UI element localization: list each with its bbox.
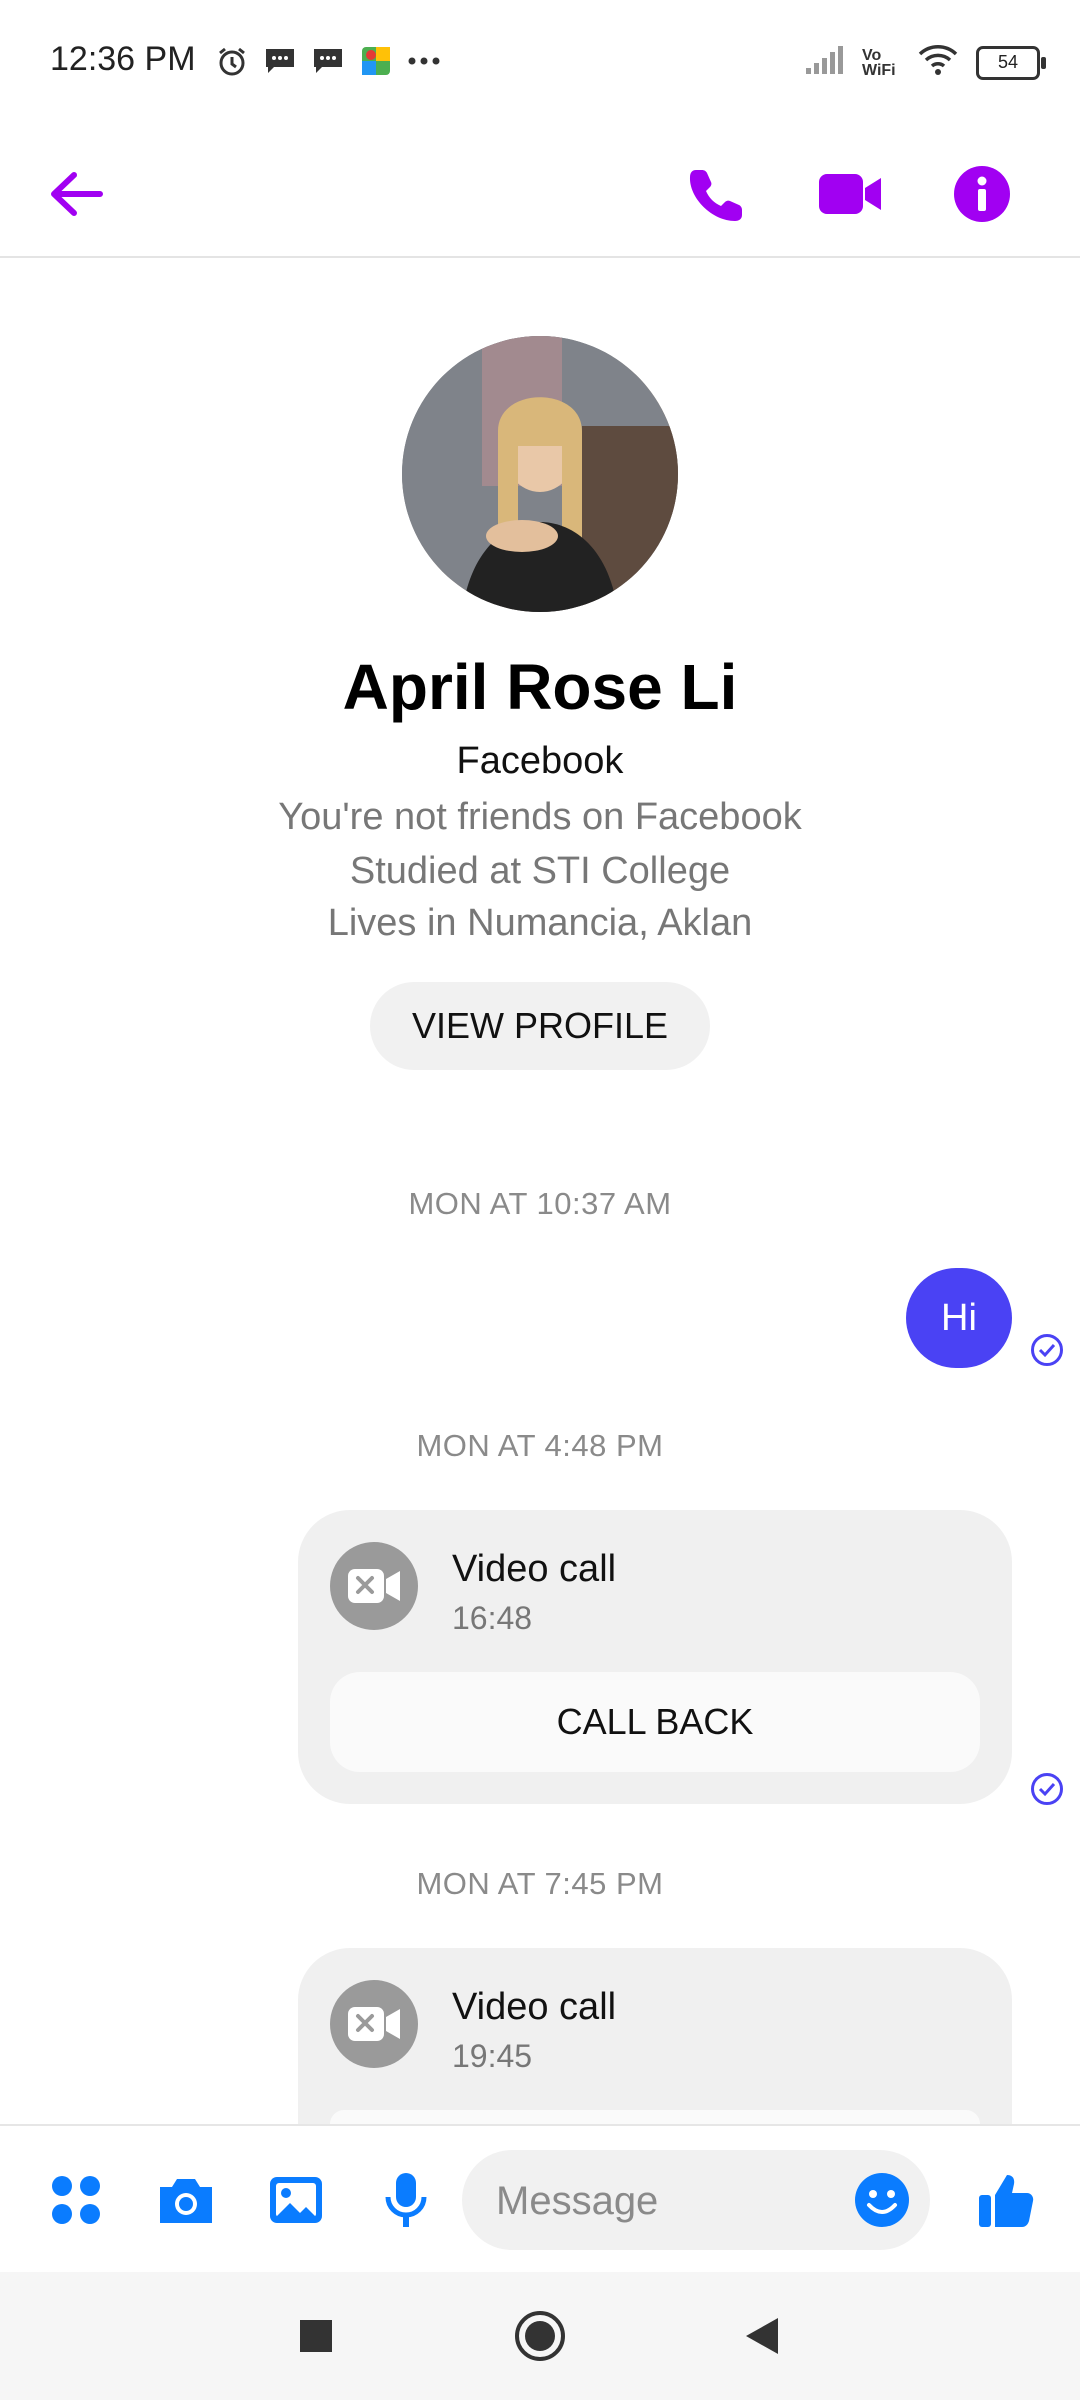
home-circle-icon xyxy=(515,2311,565,2361)
message-input[interactable] xyxy=(494,2172,828,2230)
info-icon xyxy=(954,166,1010,222)
signal-icon xyxy=(804,44,844,81)
message-timestamp: MON AT 7:45 PM xyxy=(416,1866,664,1901)
apps-icon xyxy=(52,2176,100,2224)
back-button[interactable] xyxy=(40,158,112,230)
gallery-button[interactable] xyxy=(260,2164,332,2236)
like-button[interactable] xyxy=(970,2164,1042,2236)
maps-icon xyxy=(359,44,393,78)
message-icon xyxy=(311,44,345,78)
profile-avatar[interactable] xyxy=(402,336,678,612)
call-back-button[interactable] xyxy=(330,2110,980,2124)
call-title: Video call xyxy=(452,1548,617,1590)
battery-indicator: 54 xyxy=(976,45,1046,80)
video-call-card[interactable]: Video call 19:45 xyxy=(298,1948,1012,2124)
wifi-icon xyxy=(918,44,958,81)
chat-header xyxy=(0,130,1080,258)
profile-location: Lives in Numancia, Aklan xyxy=(327,902,753,944)
profile-friend-status: You're not friends on Facebook xyxy=(278,796,802,838)
vowifi-icon: Vo WiFi xyxy=(862,46,896,79)
emoji-icon[interactable] xyxy=(852,2170,912,2230)
video-call-button[interactable] xyxy=(814,158,886,230)
message-timestamp: MON AT 4:48 PM xyxy=(416,1428,664,1463)
status-time: 12:36 PM xyxy=(50,40,196,78)
message-timestamp: MON AT 10:37 AM xyxy=(408,1186,672,1221)
camera-icon xyxy=(160,2179,212,2223)
voice-call-button[interactable] xyxy=(680,158,752,230)
message-composer xyxy=(0,2124,1080,2274)
call-time: 16:48 xyxy=(452,1600,533,1636)
alarm-icon xyxy=(215,44,249,78)
profile-name: April Rose Li xyxy=(342,651,738,723)
view-profile-button[interactable]: VIEW PROFILE xyxy=(370,982,710,1070)
sent-message-bubble[interactable]: Hi xyxy=(906,1268,1012,1368)
system-nav-bar xyxy=(0,2272,1080,2400)
arrow-left-icon xyxy=(51,172,103,216)
home-button[interactable] xyxy=(508,2304,572,2368)
back-nav-button[interactable] xyxy=(730,2304,794,2368)
recents-button[interactable] xyxy=(284,2304,348,2368)
message-text: Hi xyxy=(941,1296,977,1339)
info-button[interactable] xyxy=(946,158,1018,230)
square-icon xyxy=(300,2320,332,2352)
video-call-card[interactable]: Video call 16:48 CALL BACK xyxy=(298,1510,1012,1804)
thumbs-up-icon xyxy=(979,2175,1034,2227)
gallery-icon xyxy=(270,2177,322,2223)
status-system-icons: Vo WiFi 54 xyxy=(804,44,1046,81)
call-back-button[interactable]: CALL BACK xyxy=(330,1672,980,1772)
message-icon xyxy=(263,44,297,78)
video-camera-icon xyxy=(819,174,881,214)
more-dots-icon xyxy=(407,44,441,78)
voice-record-button[interactable] xyxy=(370,2164,442,2236)
seen-check-icon xyxy=(1031,1773,1063,1805)
apps-button[interactable] xyxy=(40,2164,112,2236)
battery-level: 54 xyxy=(997,52,1019,72)
seen-check-icon xyxy=(1031,1334,1063,1366)
call-title: Video call xyxy=(452,1986,617,2028)
profile-education: Studied at STI College xyxy=(349,850,731,892)
camera-button[interactable] xyxy=(150,2164,222,2236)
profile-source: Facebook xyxy=(456,740,624,782)
call-time: 19:45 xyxy=(452,2038,533,2074)
missed-video-call-icon xyxy=(330,1542,418,1630)
missed-video-call-icon xyxy=(330,1980,418,2068)
microphone-icon xyxy=(385,2173,427,2227)
status-notification-icons xyxy=(215,44,441,78)
status-bar: 12:36 PM Vo WiFi 54 xyxy=(0,0,1080,130)
back-triangle-icon xyxy=(746,2318,778,2354)
message-input-container xyxy=(462,2150,930,2250)
phone-icon xyxy=(689,170,742,221)
